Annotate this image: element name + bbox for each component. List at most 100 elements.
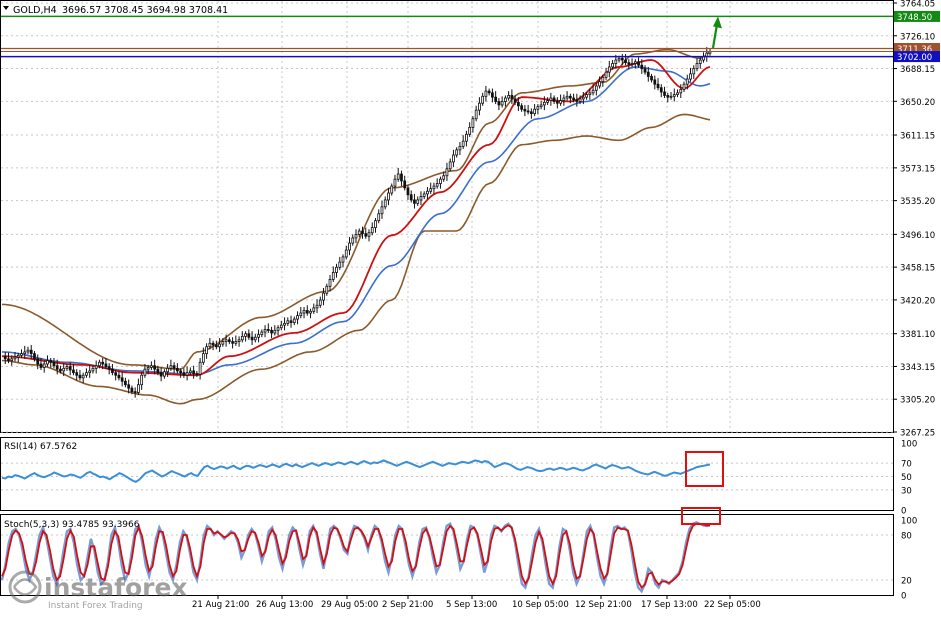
stoch-tick-label: 100 xyxy=(901,517,917,527)
candle-body xyxy=(679,88,683,94)
candle-body xyxy=(627,62,631,65)
candle-body xyxy=(689,73,692,80)
x-tick-label: 29 Aug 05:00 xyxy=(321,600,378,610)
candle-body xyxy=(182,372,186,376)
y-tick-label: 3688.15 xyxy=(900,65,935,75)
candle-body xyxy=(166,367,170,373)
brand-text: instaforex xyxy=(44,573,188,602)
candle-body xyxy=(244,333,247,337)
candle-body xyxy=(143,368,147,376)
y-tick-label: 3611.15 xyxy=(900,132,935,142)
candle-body xyxy=(153,365,157,370)
candle-body xyxy=(299,312,303,317)
candle-body xyxy=(354,234,358,239)
candle-body xyxy=(146,367,150,370)
candle-body xyxy=(633,61,637,64)
candle-body xyxy=(646,71,650,77)
candle-body xyxy=(367,232,371,237)
candle-body xyxy=(72,369,75,374)
rsi-tick-label: 100 xyxy=(901,440,917,450)
rsi-label: RSI(14) 67.5762 xyxy=(4,442,77,452)
x-tick-label: 22 Sep 05:00 xyxy=(704,600,761,610)
candle-body xyxy=(344,249,348,258)
stoch-tick-label: 0 xyxy=(901,592,906,602)
candle-body xyxy=(442,175,446,180)
rsi-tick-label: 30 xyxy=(901,486,912,496)
candle-body xyxy=(487,90,491,94)
candle-body xyxy=(322,292,325,301)
y-tick-label: 3764.05 xyxy=(900,0,935,10)
candle-body xyxy=(179,370,182,374)
candle-body xyxy=(672,94,676,97)
candle-body xyxy=(523,108,527,112)
candle-body xyxy=(224,339,228,342)
candle-body xyxy=(124,380,127,386)
candle-body xyxy=(296,315,299,320)
ohlc-label: 3696.57 3708.45 3694.98 3708.41 xyxy=(62,5,228,16)
y-tick-label: 3458.15 xyxy=(900,264,935,274)
y-tick-label: 3535.20 xyxy=(900,197,935,207)
candle-body xyxy=(10,358,14,361)
candle-body xyxy=(150,365,153,368)
candle-body xyxy=(390,185,394,194)
candle-body xyxy=(305,310,309,314)
candle-body xyxy=(163,371,166,377)
candle-body xyxy=(559,100,562,104)
candle-body xyxy=(575,99,579,102)
candle-body xyxy=(370,227,374,234)
candle-body xyxy=(406,187,410,196)
candle-body xyxy=(591,89,595,94)
candle-body xyxy=(637,61,640,66)
candle-body xyxy=(383,199,387,208)
candle-body xyxy=(107,366,111,370)
candle-body xyxy=(393,178,397,187)
candle-body xyxy=(286,320,290,324)
candle-body xyxy=(55,365,59,370)
candle-body xyxy=(188,370,192,374)
candle-body xyxy=(172,365,176,369)
candle-body xyxy=(513,98,517,103)
y-tick-label: 3267.25 xyxy=(900,429,935,439)
candle-body xyxy=(387,192,390,201)
candle-body xyxy=(620,57,624,61)
y-tick-label: 3496.10 xyxy=(900,231,935,241)
candle-body xyxy=(666,95,670,98)
candle-body xyxy=(682,83,686,90)
candle-body xyxy=(439,178,442,184)
candle-body xyxy=(137,384,140,393)
candle-body xyxy=(318,299,322,306)
rsi-tick-label: 70 xyxy=(901,460,912,470)
candle-body xyxy=(588,92,592,95)
candle-body xyxy=(88,370,92,374)
candle-body xyxy=(39,363,43,368)
candle-body xyxy=(247,333,251,338)
y-tick-label: 3726.10 xyxy=(900,32,935,42)
candle-body xyxy=(117,374,121,379)
candle-body xyxy=(624,59,627,64)
price-axis: 3764.05 3726.10 3688.15 3650.20 3611.15 3573.… xyxy=(893,0,935,439)
candle-body xyxy=(539,104,543,108)
candle-body xyxy=(218,343,221,348)
candle-body xyxy=(380,206,384,215)
candle-body xyxy=(530,111,533,114)
main-panel-frame xyxy=(0,0,894,433)
candle-body xyxy=(461,140,465,147)
candle-body xyxy=(614,59,618,64)
candle-body xyxy=(289,320,293,323)
candle-body xyxy=(257,334,260,338)
candle-body xyxy=(111,368,114,374)
candle-body xyxy=(250,336,254,341)
candle-body xyxy=(611,63,614,68)
candle-body xyxy=(572,97,575,101)
candle-body xyxy=(351,237,355,244)
candle-body xyxy=(120,377,124,382)
y-tick-label: 3381.10 xyxy=(900,330,935,340)
candle-body xyxy=(273,329,277,334)
candle-body xyxy=(607,66,611,73)
candle-body xyxy=(240,335,244,341)
candle-body xyxy=(133,391,137,394)
candle-body xyxy=(504,97,507,102)
candle-body xyxy=(33,353,36,360)
candle-body xyxy=(601,76,605,83)
candle-body xyxy=(422,193,426,197)
